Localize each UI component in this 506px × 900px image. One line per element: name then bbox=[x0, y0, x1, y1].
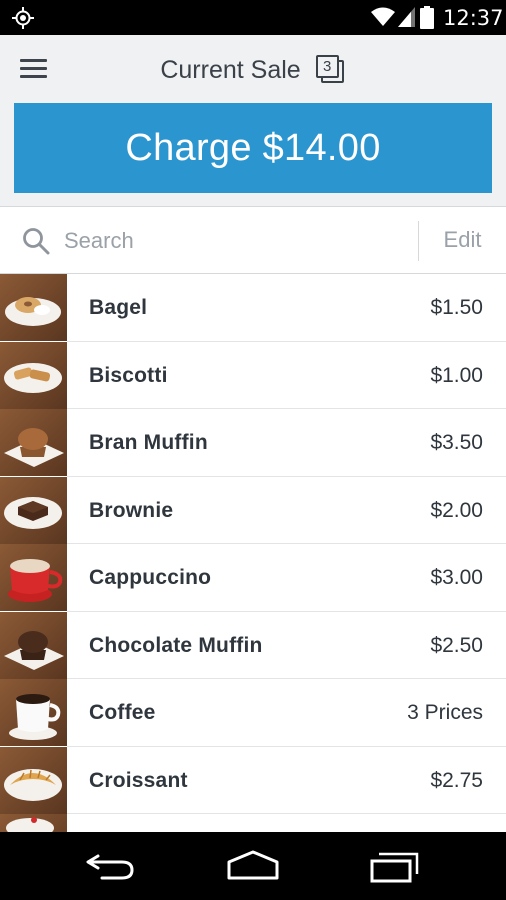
item-name: Brownie bbox=[89, 498, 174, 522]
navigation-bar bbox=[0, 832, 506, 900]
item-list[interactable]: Bagel $1.50 Biscotti $1.00 Bran Muffin $… bbox=[0, 274, 506, 832]
item-price: $1.00 bbox=[430, 363, 483, 387]
item-price: $2.75 bbox=[430, 768, 483, 792]
item-price: $1.50 bbox=[430, 296, 483, 319]
wifi-icon bbox=[371, 7, 395, 26]
item-price: 3 Prices bbox=[407, 701, 483, 724]
item-price: $3.50 bbox=[430, 431, 483, 454]
item-price: $2.00 bbox=[430, 498, 483, 522]
ticket-count-icon[interactable]: 3 bbox=[315, 55, 346, 85]
list-item[interactable]: Chocolate Muffin $2.50 bbox=[0, 611, 506, 679]
charge-button[interactable]: Charge $14.00 bbox=[14, 103, 492, 193]
item-price: $2.50 bbox=[430, 633, 483, 657]
item-name: Chocolate Muffin bbox=[89, 633, 263, 657]
item-name: Croissant bbox=[89, 768, 188, 792]
item-name: Cappuccino bbox=[89, 566, 212, 589]
item-name: Bran Muffin bbox=[89, 431, 208, 454]
biscotti-icon bbox=[0, 341, 67, 409]
list-item[interactable]: Coffee 3 Prices bbox=[0, 679, 506, 747]
item-price: $3.00 bbox=[430, 566, 483, 589]
item-name: Bagel bbox=[89, 296, 148, 319]
header: Current Sale 3 bbox=[0, 35, 506, 103]
cappuccino-icon bbox=[0, 544, 67, 611]
status-time: 12:37 bbox=[443, 6, 504, 30]
page-title-label: Current Sale bbox=[160, 55, 301, 84]
list-item[interactable]: Bran Muffin $3.50 bbox=[0, 409, 506, 477]
coffee-icon bbox=[0, 679, 67, 746]
gps-icon bbox=[12, 7, 34, 29]
list-item[interactable]: Brownie $2.00 bbox=[0, 476, 506, 544]
item-name: Biscotti bbox=[89, 363, 168, 387]
chocolate-muffin-icon bbox=[0, 611, 67, 679]
back-icon[interactable] bbox=[82, 848, 142, 884]
list-item[interactable]: Bagel $1.50 bbox=[0, 274, 506, 342]
status-bar: 12:37 bbox=[0, 0, 506, 35]
croissant-icon bbox=[0, 746, 67, 814]
list-item[interactable]: Croissant $2.75 bbox=[0, 746, 506, 814]
battery-icon bbox=[420, 6, 434, 29]
bagel-icon bbox=[0, 274, 67, 341]
edit-button[interactable]: Edit bbox=[419, 207, 506, 273]
list-item[interactable] bbox=[0, 814, 506, 832]
muffin-icon bbox=[0, 409, 67, 476]
recent-apps-icon[interactable] bbox=[365, 848, 425, 884]
home-icon[interactable] bbox=[223, 848, 283, 884]
search-icon bbox=[23, 228, 50, 255]
list-item[interactable]: Biscotti $1.00 bbox=[0, 341, 506, 409]
page-title[interactable]: Current Sale 3 bbox=[0, 55, 506, 85]
ticket-count: 3 bbox=[315, 55, 339, 79]
brownie-icon bbox=[0, 476, 67, 544]
item-name: Coffee bbox=[89, 701, 156, 724]
signal-icon bbox=[398, 7, 415, 27]
pastry-icon bbox=[0, 814, 67, 832]
list-item[interactable]: Cappuccino $3.00 bbox=[0, 544, 506, 612]
search-bar: Edit bbox=[0, 207, 506, 274]
search-input[interactable] bbox=[64, 221, 404, 261]
